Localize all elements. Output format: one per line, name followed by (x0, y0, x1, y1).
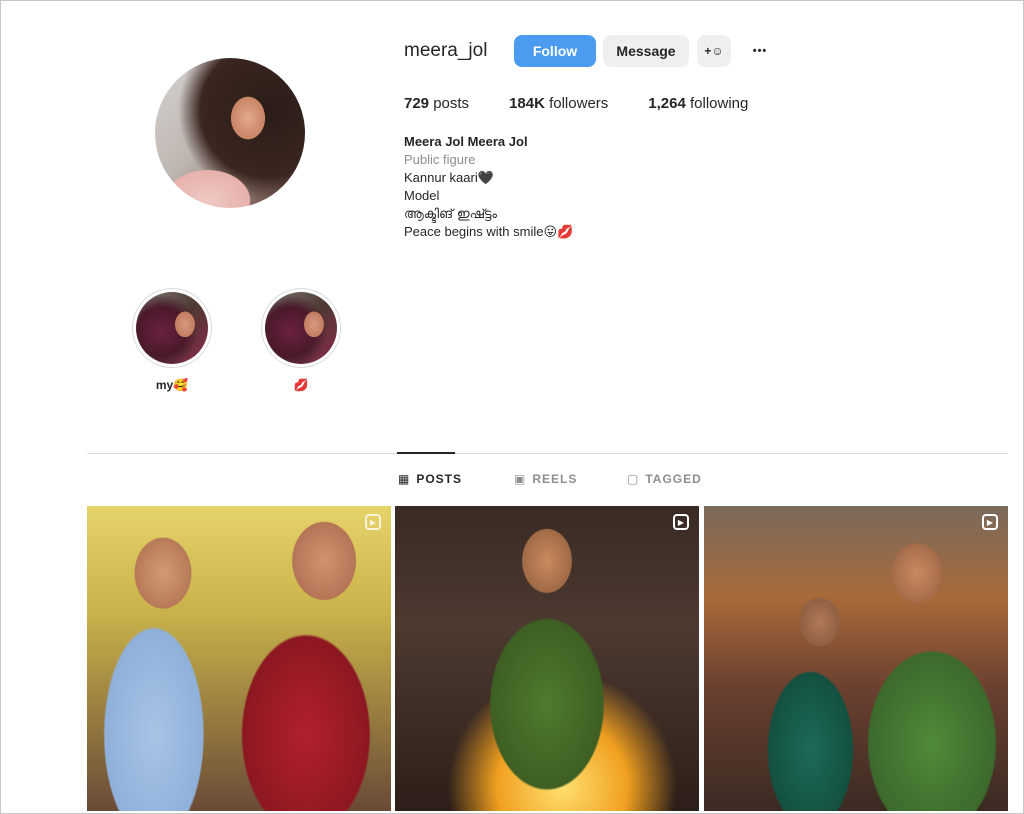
highlight-label: my🥰 (155, 378, 189, 392)
profile-username: meera_jol (404, 40, 488, 61)
highlight-cover (136, 292, 208, 364)
tab-reels[interactable]: ▣ REELS (514, 472, 577, 486)
bio-name: Meera Jol Meera Jol (404, 134, 528, 149)
profile-stats: 729 posts 184K followers 1,264 following (404, 95, 788, 112)
bio-line: Model (404, 188, 440, 203)
bio-category: Public figure (404, 152, 476, 167)
add-user-icon: +☺ (704, 44, 724, 58)
tagged-icon: ▢ (627, 472, 640, 486)
following-count: 1,264 (648, 95, 686, 112)
followers-count: 184K (509, 95, 545, 112)
message-button[interactable]: Message (603, 35, 689, 67)
highlight-ring (132, 288, 212, 368)
post-thumbnail[interactable]: ▶ (704, 506, 1008, 811)
bio-line: Peace begins with smile😛💋 (404, 224, 574, 239)
tab-label: POSTS (416, 472, 463, 486)
story-highlight[interactable]: my🥰 (130, 288, 214, 392)
tabs-divider (87, 453, 1008, 454)
story-highlight[interactable]: 💋 (259, 288, 343, 392)
tab-label: TAGGED (645, 472, 702, 486)
active-tab-indicator (397, 452, 455, 454)
more-options-icon: ••• (752, 45, 768, 57)
bio-line: ആക്ടിങ് ഇഷ്ട്ടം (404, 206, 497, 221)
posts-label: posts (433, 95, 470, 112)
profile-avatar[interactable] (155, 58, 305, 208)
reel-icon: ▶ (673, 514, 689, 530)
reels-icon: ▣ (514, 472, 527, 486)
tab-label: REELS (532, 472, 578, 486)
profile-bio: Meera Jol Meera Jol Public figure Kannur… (404, 133, 573, 241)
reel-icon: ▶ (982, 514, 998, 530)
tab-posts[interactable]: ▦ POSTS (398, 472, 462, 486)
post-thumbnail[interactable]: ▶ (87, 506, 391, 811)
suggest-user-button[interactable]: +☺ (697, 35, 731, 67)
following-stat[interactable]: 1,264 following (648, 95, 748, 112)
followers-label: followers (549, 95, 609, 112)
more-options-button[interactable]: ••• (745, 35, 775, 67)
following-label: following (690, 95, 749, 112)
bio-line: Kannur kaari🖤 (404, 170, 494, 185)
highlight-cover (265, 292, 337, 364)
reel-icon: ▶ (365, 514, 381, 530)
highlight-label: 💋 (293, 378, 309, 392)
tab-tagged[interactable]: ▢ TAGGED (627, 472, 702, 486)
posts-stat: 729 posts (404, 95, 469, 112)
post-thumbnail[interactable]: ▶ (395, 506, 699, 811)
grid-icon: ▦ (398, 472, 411, 486)
followers-stat[interactable]: 184K followers (509, 95, 608, 112)
posts-count: 729 (404, 95, 430, 112)
highlight-ring (261, 288, 341, 368)
follow-button[interactable]: Follow (514, 35, 596, 67)
